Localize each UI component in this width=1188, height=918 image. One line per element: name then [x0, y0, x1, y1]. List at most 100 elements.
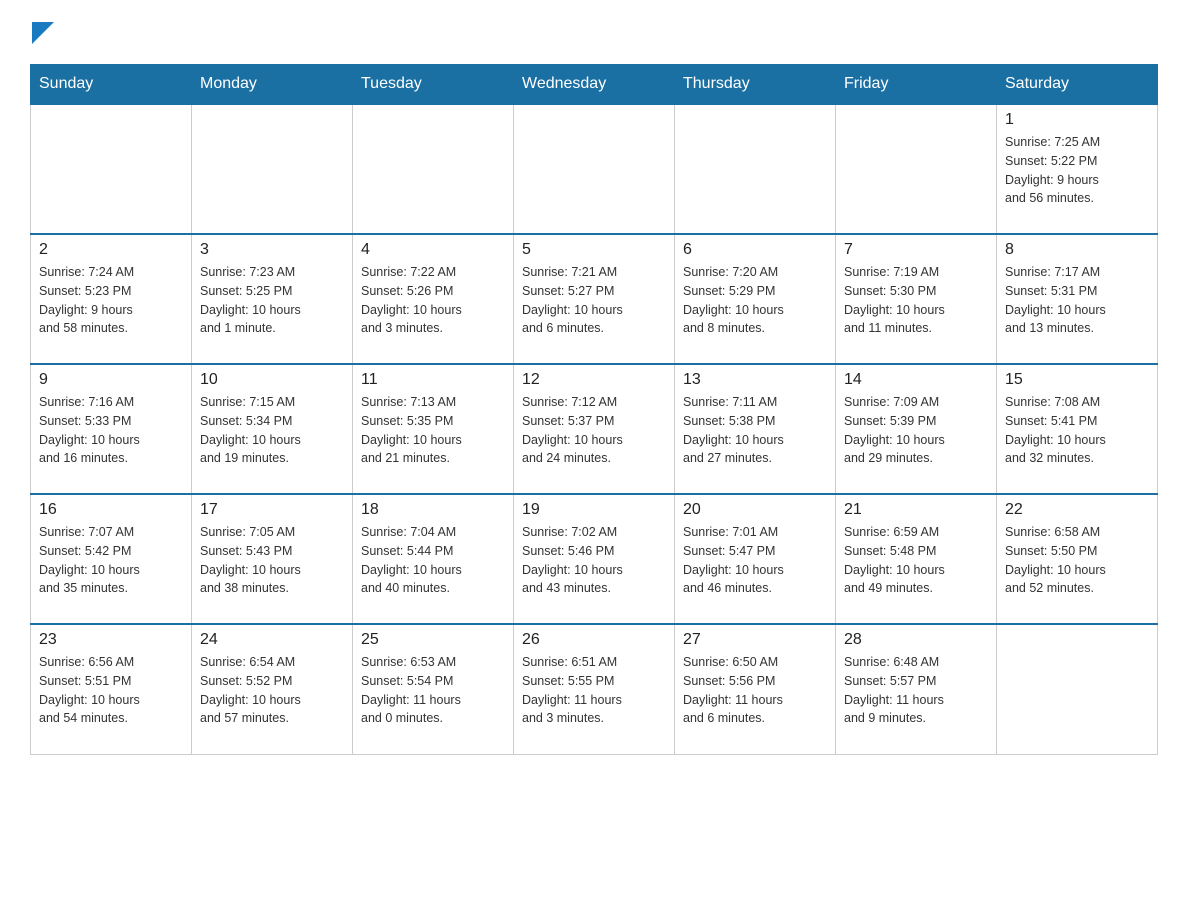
day-info: Sunrise: 7:11 AM Sunset: 5:38 PM Dayligh…	[683, 393, 827, 468]
day-info: Sunrise: 7:05 AM Sunset: 5:43 PM Dayligh…	[200, 523, 344, 598]
calendar-cell: 8 Sunrise: 7:17 AM Sunset: 5:31 PM Daylig…	[997, 234, 1158, 364]
day-number: 4	[361, 241, 505, 259]
weekday-header-monday: Monday	[192, 65, 353, 105]
calendar-cell: 20 Sunrise: 7:01 AM Sunset: 5:47 PM Dayli…	[675, 494, 836, 624]
weekday-header-friday: Friday	[836, 65, 997, 105]
day-number: 5	[522, 241, 666, 259]
calendar-cell	[836, 104, 997, 234]
logo-triangle-icon	[32, 22, 54, 44]
day-number: 6	[683, 241, 827, 259]
calendar-cell: 21 Sunrise: 6:59 AM Sunset: 5:48 PM Dayli…	[836, 494, 997, 624]
calendar-cell	[514, 104, 675, 234]
calendar-table: SundayMondayTuesdayWednesdayThursdayFrid…	[30, 64, 1158, 755]
calendar-cell: 13 Sunrise: 7:11 AM Sunset: 5:38 PM Dayli…	[675, 364, 836, 494]
calendar-cell: 23 Sunrise: 6:56 AM Sunset: 5:51 PM Dayli…	[31, 624, 192, 754]
day-info: Sunrise: 7:13 AM Sunset: 5:35 PM Dayligh…	[361, 393, 505, 468]
calendar-week-row: 16 Sunrise: 7:07 AM Sunset: 5:42 PM Dayli…	[31, 494, 1158, 624]
calendar-cell	[192, 104, 353, 234]
calendar-cell: 18Sunrise: 7:04 AM Sunset: 5:44 PM Dayli…	[353, 494, 514, 624]
calendar-cell: 6 Sunrise: 7:20 AM Sunset: 5:29 PM Daylig…	[675, 234, 836, 364]
day-number: 19	[522, 501, 666, 519]
day-number: 26	[522, 631, 666, 649]
day-number: 23	[39, 631, 183, 649]
calendar-cell	[675, 104, 836, 234]
calendar-week-row: 9 Sunrise: 7:16 AM Sunset: 5:33 PM Daylig…	[31, 364, 1158, 494]
day-info: Sunrise: 7:12 AM Sunset: 5:37 PM Dayligh…	[522, 393, 666, 468]
weekday-header-sunday: Sunday	[31, 65, 192, 105]
calendar-cell: 15 Sunrise: 7:08 AM Sunset: 5:41 PM Dayli…	[997, 364, 1158, 494]
day-number: 1	[1005, 111, 1149, 129]
day-number: 20	[683, 501, 827, 519]
day-info: Sunrise: 6:48 AM Sunset: 5:57 PM Dayligh…	[844, 653, 988, 728]
calendar-cell	[353, 104, 514, 234]
calendar-cell: 5 Sunrise: 7:21 AM Sunset: 5:27 PM Daylig…	[514, 234, 675, 364]
day-number: 13	[683, 371, 827, 389]
day-info: Sunrise: 7:01 AM Sunset: 5:47 PM Dayligh…	[683, 523, 827, 598]
day-number: 9	[39, 371, 183, 389]
day-info: Sunrise: 7:08 AM Sunset: 5:41 PM Dayligh…	[1005, 393, 1149, 468]
calendar-cell: 24 Sunrise: 6:54 AM Sunset: 5:52 PM Dayli…	[192, 624, 353, 754]
day-number: 16	[39, 501, 183, 519]
weekday-header-wednesday: Wednesday	[514, 65, 675, 105]
calendar-week-row: 1 Sunrise: 7:25 AM Sunset: 5:22 PM Daylig…	[31, 104, 1158, 234]
day-info: Sunrise: 7:02 AM Sunset: 5:46 PM Dayligh…	[522, 523, 666, 598]
day-number: 3	[200, 241, 344, 259]
calendar-cell: 2Sunrise: 7:24 AM Sunset: 5:23 PM Daylig…	[31, 234, 192, 364]
calendar-cell: 11Sunrise: 7:13 AM Sunset: 5:35 PM Dayli…	[353, 364, 514, 494]
day-info: Sunrise: 6:54 AM Sunset: 5:52 PM Dayligh…	[200, 653, 344, 728]
calendar-cell: 10 Sunrise: 7:15 AM Sunset: 5:34 PM Dayli…	[192, 364, 353, 494]
calendar-cell: 1 Sunrise: 7:25 AM Sunset: 5:22 PM Daylig…	[997, 104, 1158, 234]
day-info: Sunrise: 7:17 AM Sunset: 5:31 PM Dayligh…	[1005, 263, 1149, 338]
day-info: Sunrise: 7:16 AM Sunset: 5:33 PM Dayligh…	[39, 393, 183, 468]
calendar-cell: 26 Sunrise: 6:51 AM Sunset: 5:55 PM Dayli…	[514, 624, 675, 754]
day-info: Sunrise: 7:15 AM Sunset: 5:34 PM Dayligh…	[200, 393, 344, 468]
calendar-cell: 14 Sunrise: 7:09 AM Sunset: 5:39 PM Dayli…	[836, 364, 997, 494]
calendar-cell: 3Sunrise: 7:23 AM Sunset: 5:25 PM Daylig…	[192, 234, 353, 364]
logo	[30, 20, 54, 44]
day-info: Sunrise: 7:07 AM Sunset: 5:42 PM Dayligh…	[39, 523, 183, 598]
day-info: Sunrise: 6:53 AM Sunset: 5:54 PM Dayligh…	[361, 653, 505, 728]
day-info: Sunrise: 7:21 AM Sunset: 5:27 PM Dayligh…	[522, 263, 666, 338]
day-info: Sunrise: 7:09 AM Sunset: 5:39 PM Dayligh…	[844, 393, 988, 468]
weekday-header-row: SundayMondayTuesdayWednesdayThursdayFrid…	[31, 65, 1158, 105]
calendar-cell: 25Sunrise: 6:53 AM Sunset: 5:54 PM Dayli…	[353, 624, 514, 754]
day-number: 24	[200, 631, 344, 649]
day-number: 17	[200, 501, 344, 519]
page-header	[30, 20, 1158, 44]
day-info: Sunrise: 6:58 AM Sunset: 5:50 PM Dayligh…	[1005, 523, 1149, 598]
calendar-cell: 16 Sunrise: 7:07 AM Sunset: 5:42 PM Dayli…	[31, 494, 192, 624]
calendar-cell: 19 Sunrise: 7:02 AM Sunset: 5:46 PM Dayli…	[514, 494, 675, 624]
day-number: 27	[683, 631, 827, 649]
weekday-header-thursday: Thursday	[675, 65, 836, 105]
calendar-cell: 28 Sunrise: 6:48 AM Sunset: 5:57 PM Dayli…	[836, 624, 997, 754]
calendar-cell	[31, 104, 192, 234]
day-info: Sunrise: 7:04 AM Sunset: 5:44 PM Dayligh…	[361, 523, 505, 598]
calendar-cell: 22 Sunrise: 6:58 AM Sunset: 5:50 PM Dayli…	[997, 494, 1158, 624]
day-number: 10	[200, 371, 344, 389]
day-info: Sunrise: 6:50 AM Sunset: 5:56 PM Dayligh…	[683, 653, 827, 728]
day-info: Sunrise: 7:25 AM Sunset: 5:22 PM Dayligh…	[1005, 133, 1149, 208]
calendar-cell: 12 Sunrise: 7:12 AM Sunset: 5:37 PM Dayli…	[514, 364, 675, 494]
day-number: 2	[39, 241, 183, 259]
calendar-cell: 9 Sunrise: 7:16 AM Sunset: 5:33 PM Daylig…	[31, 364, 192, 494]
day-info: Sunrise: 6:51 AM Sunset: 5:55 PM Dayligh…	[522, 653, 666, 728]
day-info: Sunrise: 7:20 AM Sunset: 5:29 PM Dayligh…	[683, 263, 827, 338]
weekday-header-saturday: Saturday	[997, 65, 1158, 105]
calendar-week-row: 2Sunrise: 7:24 AM Sunset: 5:23 PM Daylig…	[31, 234, 1158, 364]
day-info: Sunrise: 7:19 AM Sunset: 5:30 PM Dayligh…	[844, 263, 988, 338]
calendar-cell: 7 Sunrise: 7:19 AM Sunset: 5:30 PM Daylig…	[836, 234, 997, 364]
day-number: 12	[522, 371, 666, 389]
day-number: 7	[844, 241, 988, 259]
day-info: Sunrise: 6:56 AM Sunset: 5:51 PM Dayligh…	[39, 653, 183, 728]
calendar-cell: 17 Sunrise: 7:05 AM Sunset: 5:43 PM Dayli…	[192, 494, 353, 624]
day-number: 22	[1005, 501, 1149, 519]
day-number: 28	[844, 631, 988, 649]
day-number: 14	[844, 371, 988, 389]
calendar-cell	[997, 624, 1158, 754]
day-number: 8	[1005, 241, 1149, 259]
day-info: Sunrise: 6:59 AM Sunset: 5:48 PM Dayligh…	[844, 523, 988, 598]
day-number: 15	[1005, 371, 1149, 389]
weekday-header-tuesday: Tuesday	[353, 65, 514, 105]
calendar-cell: 4Sunrise: 7:22 AM Sunset: 5:26 PM Daylig…	[353, 234, 514, 364]
day-number: 21	[844, 501, 988, 519]
